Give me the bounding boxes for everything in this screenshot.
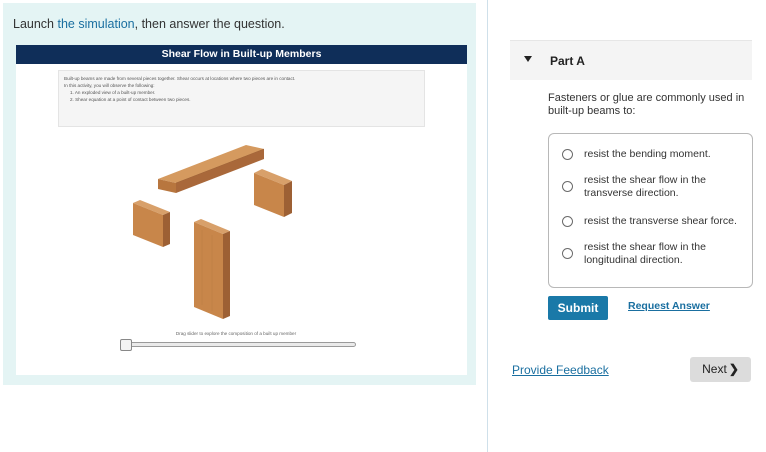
radio-button[interactable]	[562, 181, 573, 192]
next-button[interactable]: Next ❯	[690, 357, 751, 382]
next-label: Next	[702, 362, 727, 376]
choice-label: resist the shear flow in the longitudina…	[584, 241, 706, 266]
part-title: Part A	[550, 54, 585, 68]
intro-text: Launch the simulation, then answer the q…	[13, 17, 285, 31]
request-answer-link[interactable]: Request Answer	[628, 300, 710, 312]
submit-button[interactable]: Submit	[548, 296, 608, 320]
simulation-description: Built-up beams are made from several pie…	[64, 76, 296, 81]
left-panel: Launch the simulation, then answer the q…	[0, 0, 484, 452]
simulation-frame: Shear Flow in Built-up Members Built-up …	[16, 45, 467, 375]
chevron-right-icon: ❯	[728, 362, 739, 376]
provide-feedback-link[interactable]: Provide Feedback	[512, 363, 609, 377]
radio-button[interactable]	[562, 216, 573, 227]
observe-intro: In this activity, you will observe the f…	[64, 83, 155, 88]
observe-item: 2. Shear equation at a point of contact …	[70, 97, 191, 102]
composition-slider-track[interactable]	[124, 342, 356, 347]
top-flange-plank	[158, 145, 265, 193]
choice-label: resist the transverse shear force.	[584, 215, 737, 227]
intro-prefix: Launch	[13, 17, 55, 31]
slider-caption: Drag slider to explore the composition o…	[175, 331, 297, 336]
choice-label: resist the shear flow in the transverse …	[584, 174, 706, 199]
left-web-plank	[133, 200, 170, 247]
simulation-title: Shear Flow in Built-up Members	[16, 45, 467, 64]
composition-slider-thumb[interactable]	[120, 339, 132, 351]
answer-choices: resist the bending moment. resist the sh…	[548, 133, 753, 288]
right-web-plank	[254, 169, 292, 217]
panel-divider	[487, 0, 488, 452]
exploded-beam-illustration	[133, 145, 292, 319]
part-a-header[interactable]: Part A	[510, 40, 752, 80]
choice-label: resist the bending moment.	[584, 148, 711, 160]
radio-button[interactable]	[562, 248, 573, 259]
question-text: Fasteners or glue are commonly used in b…	[548, 92, 745, 117]
caret-down-icon	[524, 56, 532, 62]
simulation-link[interactable]: the simulation	[58, 17, 135, 31]
observe-item: 1. An exploded view of a built-up member…	[70, 90, 156, 95]
radio-button[interactable]	[562, 149, 573, 160]
intro-suffix: , then answer the question.	[134, 17, 285, 31]
vertical-web-plank	[194, 219, 230, 319]
simulation-panel: Launch the simulation, then answer the q…	[3, 3, 476, 385]
simulation-description-box: Built-up beams are made from several pie…	[58, 70, 425, 127]
